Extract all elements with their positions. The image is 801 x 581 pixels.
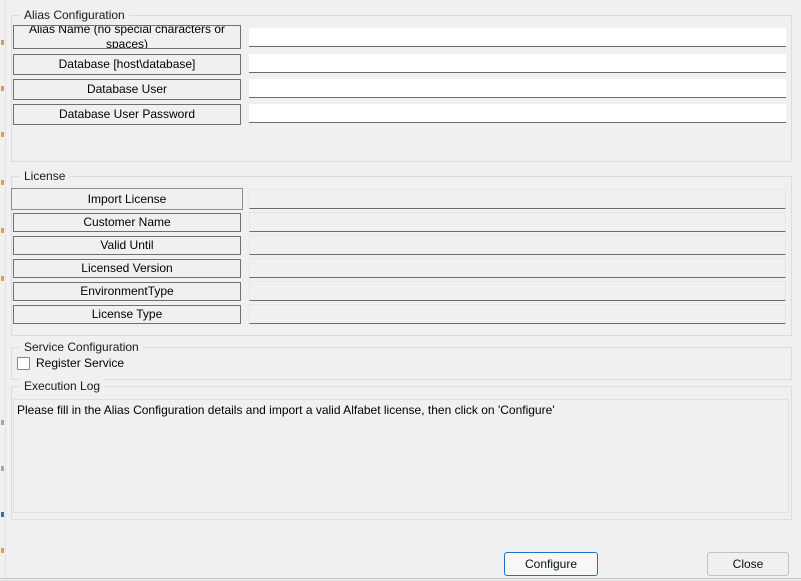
window-left-edge [5, 0, 6, 581]
database-user-input[interactable] [249, 79, 786, 98]
register-service-checkbox-row[interactable]: Register Service [17, 356, 124, 370]
database-label-text: Database [host\database] [58, 57, 196, 72]
import-license-value-field[interactable] [249, 189, 786, 209]
alias-name-label-text: Alias Name (no special characters or spa… [28, 25, 226, 49]
environment-type-label-text: EnvironmentType [80, 284, 174, 299]
configuration-window: Alias Configuration Alias Name (no speci… [0, 0, 801, 581]
license-type-label-button[interactable]: License Type [13, 305, 241, 324]
import-license-button[interactable]: Import License [11, 188, 243, 210]
configure-button[interactable]: Configure [504, 552, 598, 576]
execution-log-title: Execution Log [20, 379, 105, 393]
customer-name-value-field[interactable] [249, 212, 786, 232]
license-title: License [20, 169, 70, 183]
execution-log-line: Please fill in the Alias Configuration d… [17, 403, 555, 417]
database-user-password-input[interactable] [249, 104, 786, 123]
licensed-version-value-field[interactable] [249, 258, 786, 278]
environment-type-label-button[interactable]: EnvironmentType [13, 282, 241, 301]
alias-configuration-title: Alias Configuration [20, 8, 129, 22]
service-configuration-title: Service Configuration [20, 340, 143, 354]
database-input[interactable] [249, 54, 786, 73]
customer-name-label-button[interactable]: Customer Name [13, 213, 241, 232]
database-label-button[interactable]: Database [host\database] [13, 54, 241, 75]
license-type-value-field[interactable] [249, 304, 786, 324]
alias-name-input[interactable] [249, 28, 786, 47]
database-user-label-text: Database User [86, 82, 168, 97]
valid-until-label-button[interactable]: Valid Until [13, 236, 241, 255]
import-license-button-label: Import License [87, 191, 167, 206]
database-user-label-button[interactable]: Database User [13, 79, 241, 100]
valid-until-label-text: Valid Until [100, 238, 154, 253]
close-button-label: Close [732, 557, 764, 571]
database-user-password-label-text: Database User Password [58, 107, 196, 122]
valid-until-value-field[interactable] [249, 235, 786, 255]
environment-type-value-field[interactable] [249, 281, 786, 301]
configure-button-label: Configure [524, 557, 578, 571]
alias-name-label-button[interactable]: Alias Name (no special characters or spa… [13, 25, 241, 49]
register-service-checkbox[interactable] [17, 356, 30, 370]
database-user-password-label-button[interactable]: Database User Password [13, 104, 241, 125]
licensed-version-label-button[interactable]: Licensed Version [13, 259, 241, 278]
customer-name-label-text: Customer Name [83, 215, 171, 230]
close-button[interactable]: Close [707, 552, 789, 576]
register-service-label: Register Service [36, 356, 125, 370]
licensed-version-label-text: Licensed Version [81, 261, 173, 276]
execution-log-textarea[interactable]: Please fill in the Alias Configuration d… [13, 399, 789, 513]
service-configuration-group: Service Configuration [11, 340, 792, 380]
license-type-label-text: License Type [91, 307, 163, 322]
